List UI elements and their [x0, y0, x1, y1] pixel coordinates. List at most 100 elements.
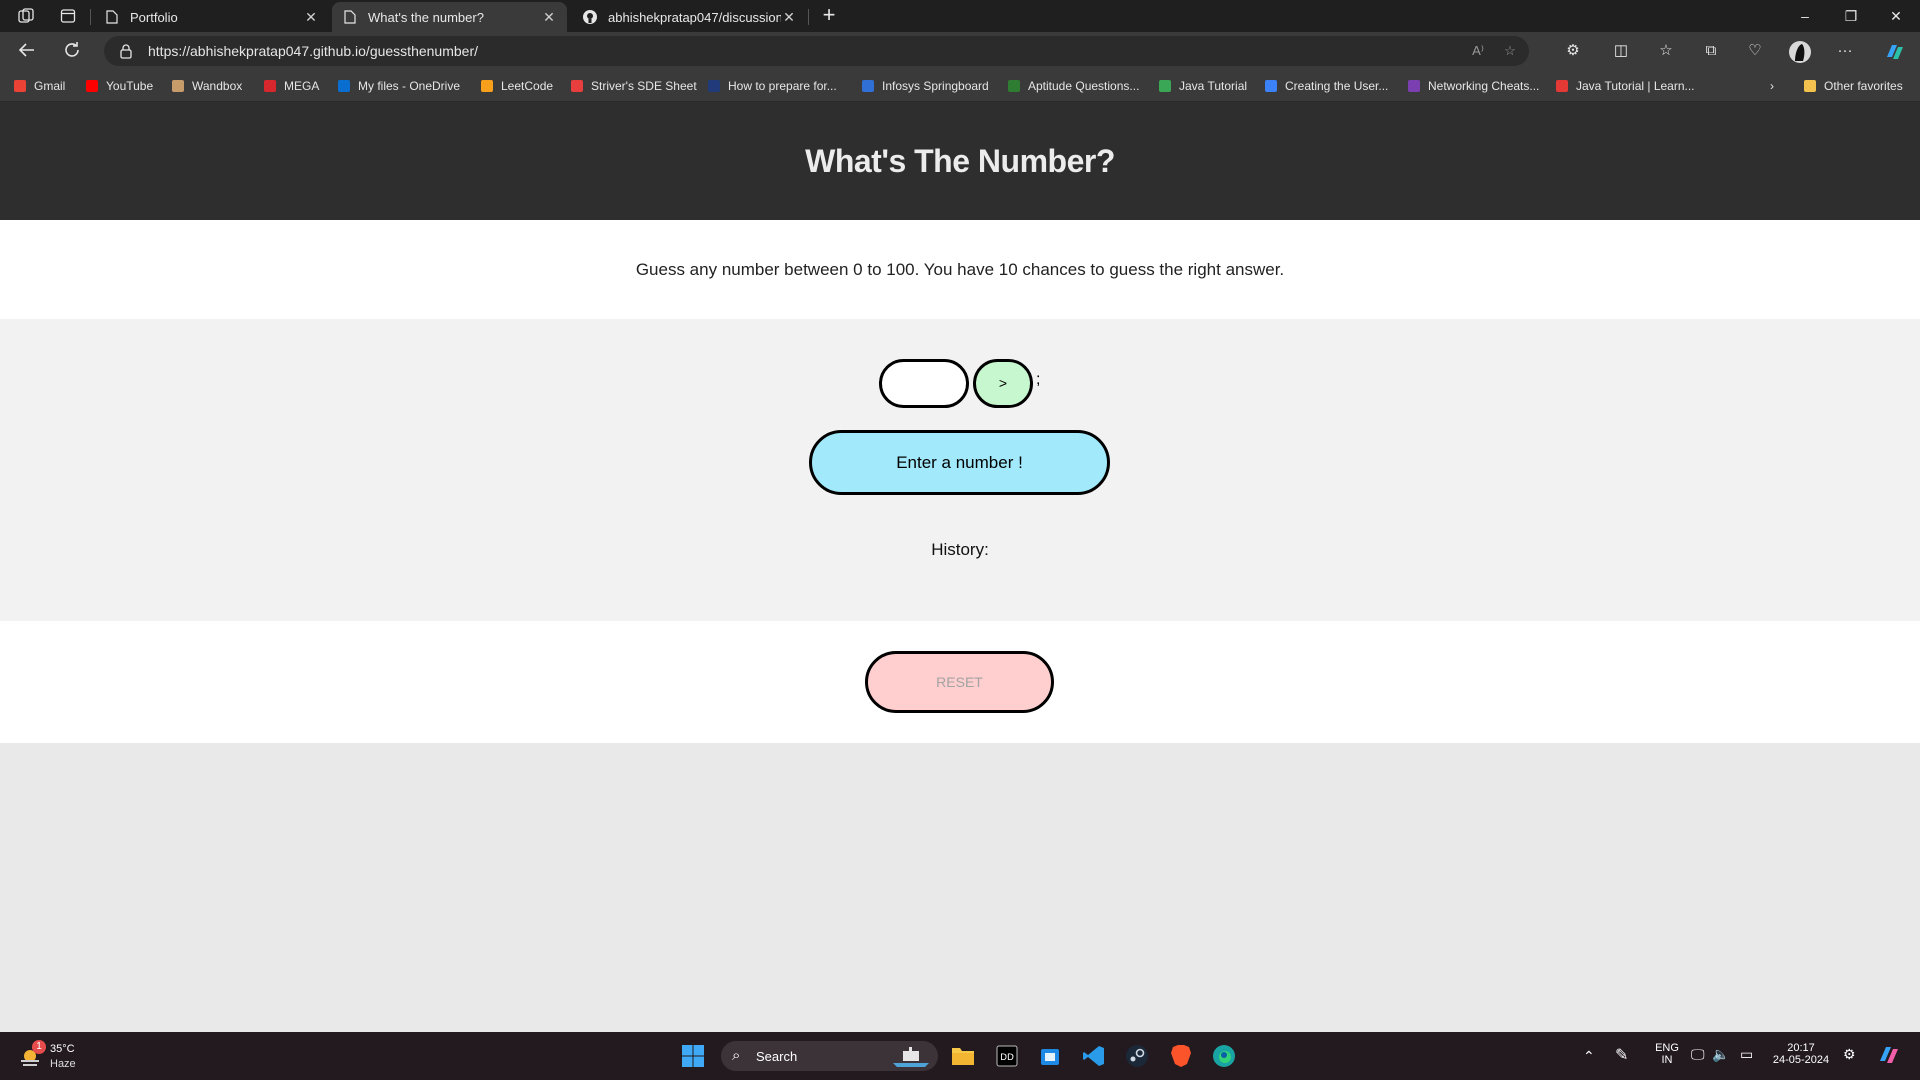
search-label: Search [756, 1049, 798, 1064]
folder-icon [1804, 80, 1816, 92]
bookmark-label: Networking Cheats... [1428, 79, 1540, 93]
notifications-icon[interactable]: ⚙ [1843, 1046, 1856, 1063]
restore-icon[interactable]: ❐ [1840, 6, 1862, 26]
search-icon: ⌕ [732, 1047, 741, 1064]
bookmark-java-tutorial-learn[interactable]: Java Tutorial | Learn... [1556, 78, 1695, 94]
more-options-icon[interactable]: ··· [1835, 41, 1855, 61]
steam-icon[interactable] [1122, 1041, 1152, 1071]
page-title: What's The Number? [805, 143, 1115, 179]
region-code: IN [1661, 1054, 1673, 1066]
tab-whats-the-number[interactable]: What's the number? ✕ [332, 2, 567, 32]
collections-icon[interactable]: ⧉ [1701, 41, 1721, 61]
guess-input[interactable] [879, 359, 969, 408]
bookmark-how-to-prepare[interactable]: How to prepare for... [708, 78, 837, 94]
url-text[interactable]: https://abhishekpratap047.github.io/gues… [148, 43, 478, 59]
workspaces-icon[interactable] [18, 8, 34, 24]
new-tab-plus-icon[interactable]: + [818, 4, 840, 27]
close-icon[interactable]: ✕ [781, 9, 797, 26]
reset-button[interactable]: RESET [865, 651, 1054, 713]
page-icon [104, 9, 120, 25]
browser-toolbar: https://abhishekpratap047.github.io/gues… [0, 32, 1920, 70]
terminal-app-icon[interactable]: DD [992, 1041, 1022, 1071]
bookmark-onedrive[interactable]: My files - OneDrive [338, 78, 460, 94]
onedrive-icon [338, 80, 350, 92]
split-screen-icon[interactable]: ◫ [1611, 41, 1631, 61]
java-tutorial-icon [1159, 80, 1171, 92]
tnp-icon [708, 80, 720, 92]
tab-portfolio[interactable]: Portfolio ✕ [94, 2, 329, 32]
bookmark-wandbox[interactable]: Wandbox [172, 78, 242, 94]
tab-title: Portfolio [130, 9, 178, 25]
bookmark-label: Creating the User... [1285, 79, 1389, 93]
read-aloud-icon[interactable]: A⁾ [1470, 43, 1486, 59]
submit-guess-button[interactable]: > [973, 359, 1033, 408]
bookmark-label: Java Tutorial | Learn... [1576, 79, 1695, 93]
bookmark-aptitude[interactable]: Aptitude Questions... [1008, 78, 1139, 94]
bookmark-networking[interactable]: Networking Cheats... [1408, 78, 1539, 94]
feedback-message: Enter a number ! [809, 430, 1110, 495]
instructions-section: Guess any number between 0 to 100. You h… [0, 220, 1920, 319]
leetcode-icon [481, 80, 493, 92]
back-arrow-icon[interactable] [17, 41, 37, 61]
pen-icon[interactable]: ✎ [1615, 1045, 1628, 1065]
bookmark-gmail[interactable]: Gmail [14, 78, 65, 94]
favorites-bar: Gmail YouTube Wandbox MEGA My files - On… [0, 70, 1920, 102]
bookmark-label: Java Tutorial [1179, 79, 1248, 93]
minimize-icon[interactable]: – [1794, 6, 1816, 26]
vscode-icon[interactable] [1079, 1041, 1109, 1071]
bookmark-label: YouTube [106, 79, 154, 93]
weather-temperature: 35°C [50, 1043, 75, 1055]
bookmark-label: LeetCode [501, 79, 554, 93]
network-icon[interactable]: 🖵 [1691, 1046, 1705, 1063]
game-section: > ; Enter a number ! History: [0, 319, 1920, 621]
search-highlight-icon [891, 1045, 931, 1072]
window-close-icon[interactable]: ✕ [1885, 6, 1907, 26]
favorite-star-icon[interactable]: ☆ [1502, 43, 1518, 59]
browser-essentials-icon[interactable]: ♡ [1745, 41, 1765, 61]
file-explorer-icon[interactable] [948, 1041, 978, 1071]
site-info-lock-icon[interactable] [118, 43, 134, 59]
tab-title: What's the number? [368, 9, 484, 25]
battery-icon[interactable]: ▭ [1740, 1046, 1753, 1063]
close-icon[interactable]: ✕ [303, 9, 319, 26]
store-app-icon[interactable] [1035, 1041, 1065, 1071]
tab-github[interactable]: abhishekpratap047/discussion-b ✕ [572, 2, 807, 32]
bookmark-label: My files - OneDrive [358, 79, 461, 93]
bookmark-label: Infosys Springboard [882, 79, 989, 93]
bookmark-infosys[interactable]: Infosys Springboard [862, 78, 989, 94]
bookmark-striver[interactable]: Striver's SDE Sheet [571, 78, 697, 94]
tab-separator [808, 9, 809, 25]
history-label: History: [931, 540, 989, 559]
svg-text:DD: DD [1000, 1053, 1014, 1063]
edge-browser-icon[interactable] [1209, 1041, 1239, 1071]
volume-icon[interactable]: 🔈 [1712, 1046, 1729, 1063]
bookmark-leetcode[interactable]: LeetCode [481, 78, 553, 94]
other-favorites[interactable]: Other favorites [1804, 78, 1903, 94]
start-windows-icon[interactable] [678, 1041, 708, 1071]
copilot-taskbar-icon[interactable] [1876, 1042, 1902, 1071]
show-hidden-icons-chevron-icon[interactable]: ⌃ [1583, 1048, 1595, 1065]
clock[interactable]: 20:17 24-05-2024 [1770, 1042, 1832, 1066]
extensions-icon[interactable]: ⚙ [1563, 41, 1583, 61]
tab-actions-icon[interactable] [60, 8, 76, 24]
profile-avatar-icon[interactable] [1789, 41, 1811, 63]
more-bookmarks-chevron-icon[interactable]: › [1770, 78, 1774, 94]
weather-widget[interactable]: 1 35°C Haze [16, 1040, 86, 1074]
gmail-icon [14, 80, 26, 92]
favorites-icon[interactable]: ☆ [1656, 41, 1676, 61]
bookmark-mega[interactable]: MEGA [264, 78, 319, 94]
java-learn-icon [1556, 80, 1568, 92]
taskbar-search[interactable]: ⌕ Search [721, 1041, 938, 1071]
weather-condition: Haze [50, 1058, 76, 1070]
copilot-icon[interactable] [1882, 41, 1906, 61]
brave-browser-icon[interactable] [1166, 1041, 1196, 1071]
notification-badge: 1 [32, 1040, 46, 1054]
refresh-icon[interactable] [62, 41, 82, 61]
address-bar[interactable]: https://abhishekpratap047.github.io/gues… [104, 36, 1529, 66]
bookmark-java-tutorial[interactable]: Java Tutorial [1159, 78, 1247, 94]
language-indicator[interactable]: ENG IN [1652, 1042, 1682, 1066]
bookmark-creating-user[interactable]: Creating the User... [1265, 78, 1388, 94]
youtube-icon [86, 80, 98, 92]
close-icon[interactable]: ✕ [541, 9, 557, 26]
bookmark-youtube[interactable]: YouTube [86, 78, 153, 94]
